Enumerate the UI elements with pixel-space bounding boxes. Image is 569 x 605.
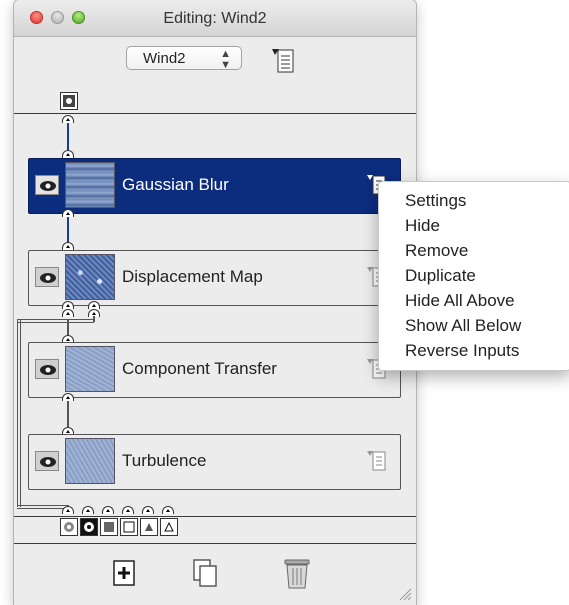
connector-line xyxy=(67,401,69,427)
eye-icon[interactable] xyxy=(35,267,59,287)
fill-paint-icon[interactable] xyxy=(140,518,158,536)
input-connector[interactable] xyxy=(62,309,74,317)
node-options-menu-icon[interactable] xyxy=(270,46,296,74)
connector-line xyxy=(93,316,95,322)
separator xyxy=(14,113,416,114)
input-connector[interactable] xyxy=(88,301,100,309)
effect-node-label: Gaussian Blur xyxy=(122,175,229,194)
add-effect-icon[interactable] xyxy=(110,557,142,589)
menu-item-hide[interactable]: Hide xyxy=(405,216,440,236)
eye-icon[interactable] xyxy=(35,451,59,471)
input-connector[interactable] xyxy=(62,115,74,123)
connector-line xyxy=(67,217,69,243)
resize-grip-icon[interactable] xyxy=(398,587,412,601)
effect-node-label: Displacement Map xyxy=(122,267,263,286)
background-alpha-icon[interactable] xyxy=(120,518,138,536)
effect-node-label: Turbulence xyxy=(122,451,207,470)
connector-line xyxy=(68,319,94,323)
input-connector[interactable] xyxy=(122,506,134,514)
connector-line xyxy=(17,319,21,507)
menu-item-remove[interactable]: Remove xyxy=(405,241,468,261)
effect-node-turbulence[interactable]: Turbulence xyxy=(28,434,401,490)
effect-thumbnail xyxy=(65,162,115,208)
stroke-paint-icon[interactable] xyxy=(160,518,178,536)
input-connector[interactable] xyxy=(162,506,174,514)
background-image-icon[interactable] xyxy=(100,518,118,536)
menu-item-hide-all-above[interactable]: Hide All Above xyxy=(405,291,515,311)
window-title: Editing: Wind2 xyxy=(163,10,267,27)
effect-node-displacement-map[interactable]: Displacement Map xyxy=(28,250,401,306)
separator xyxy=(14,543,416,544)
node-options-menu-icon[interactable] xyxy=(366,449,388,473)
connector-line xyxy=(67,122,69,152)
input-connector[interactable] xyxy=(62,393,74,401)
effect-selector[interactable]: Wind2 ▲ ▼ xyxy=(126,46,242,71)
eye-icon[interactable] xyxy=(35,175,59,195)
effect-selector-value: Wind2 xyxy=(143,50,186,67)
source-graphic-icon[interactable] xyxy=(60,518,78,536)
effect-thumbnail xyxy=(65,346,115,392)
effect-node-component-transfer[interactable]: Component Transfer xyxy=(28,342,401,398)
eye-icon[interactable] xyxy=(35,359,59,379)
input-connector[interactable] xyxy=(82,506,94,514)
editor-window: Editing: Wind2 Wind2 ▲ ▼ Gaussian Blur D… xyxy=(14,0,416,605)
connector-line xyxy=(67,320,69,336)
input-connector[interactable] xyxy=(142,506,154,514)
duplicate-icon[interactable] xyxy=(190,557,222,589)
connector-line xyxy=(17,505,69,509)
title-bar: Editing: Wind2 xyxy=(14,0,416,37)
menu-item-duplicate[interactable]: Duplicate xyxy=(405,266,476,286)
effect-thumbnail xyxy=(65,438,115,484)
output-connector[interactable] xyxy=(62,242,74,250)
menu-item-settings[interactable]: Settings xyxy=(405,191,466,211)
trash-icon[interactable] xyxy=(280,555,314,591)
connector-line xyxy=(17,319,69,323)
output-icon[interactable] xyxy=(60,92,78,110)
input-connector[interactable] xyxy=(102,506,114,514)
effect-node-gaussian-blur[interactable]: Gaussian Blur xyxy=(28,158,401,214)
source-alpha-icon[interactable] xyxy=(80,518,98,536)
input-connector[interactable] xyxy=(62,301,74,309)
node-context-menu: Settings Hide Remove Duplicate Hide All … xyxy=(378,181,569,371)
effect-node-label: Component Transfer xyxy=(122,359,277,378)
menu-item-reverse-inputs[interactable]: Reverse Inputs xyxy=(405,341,519,361)
output-connector[interactable] xyxy=(62,150,74,158)
menu-item-show-all-below[interactable]: Show All Below xyxy=(405,316,521,336)
input-connector[interactable] xyxy=(62,209,74,217)
effect-thumbnail xyxy=(65,254,115,300)
stepper-arrows-icon: ▲ ▼ xyxy=(220,48,231,71)
input-connector[interactable] xyxy=(62,506,74,514)
separator xyxy=(14,516,416,517)
